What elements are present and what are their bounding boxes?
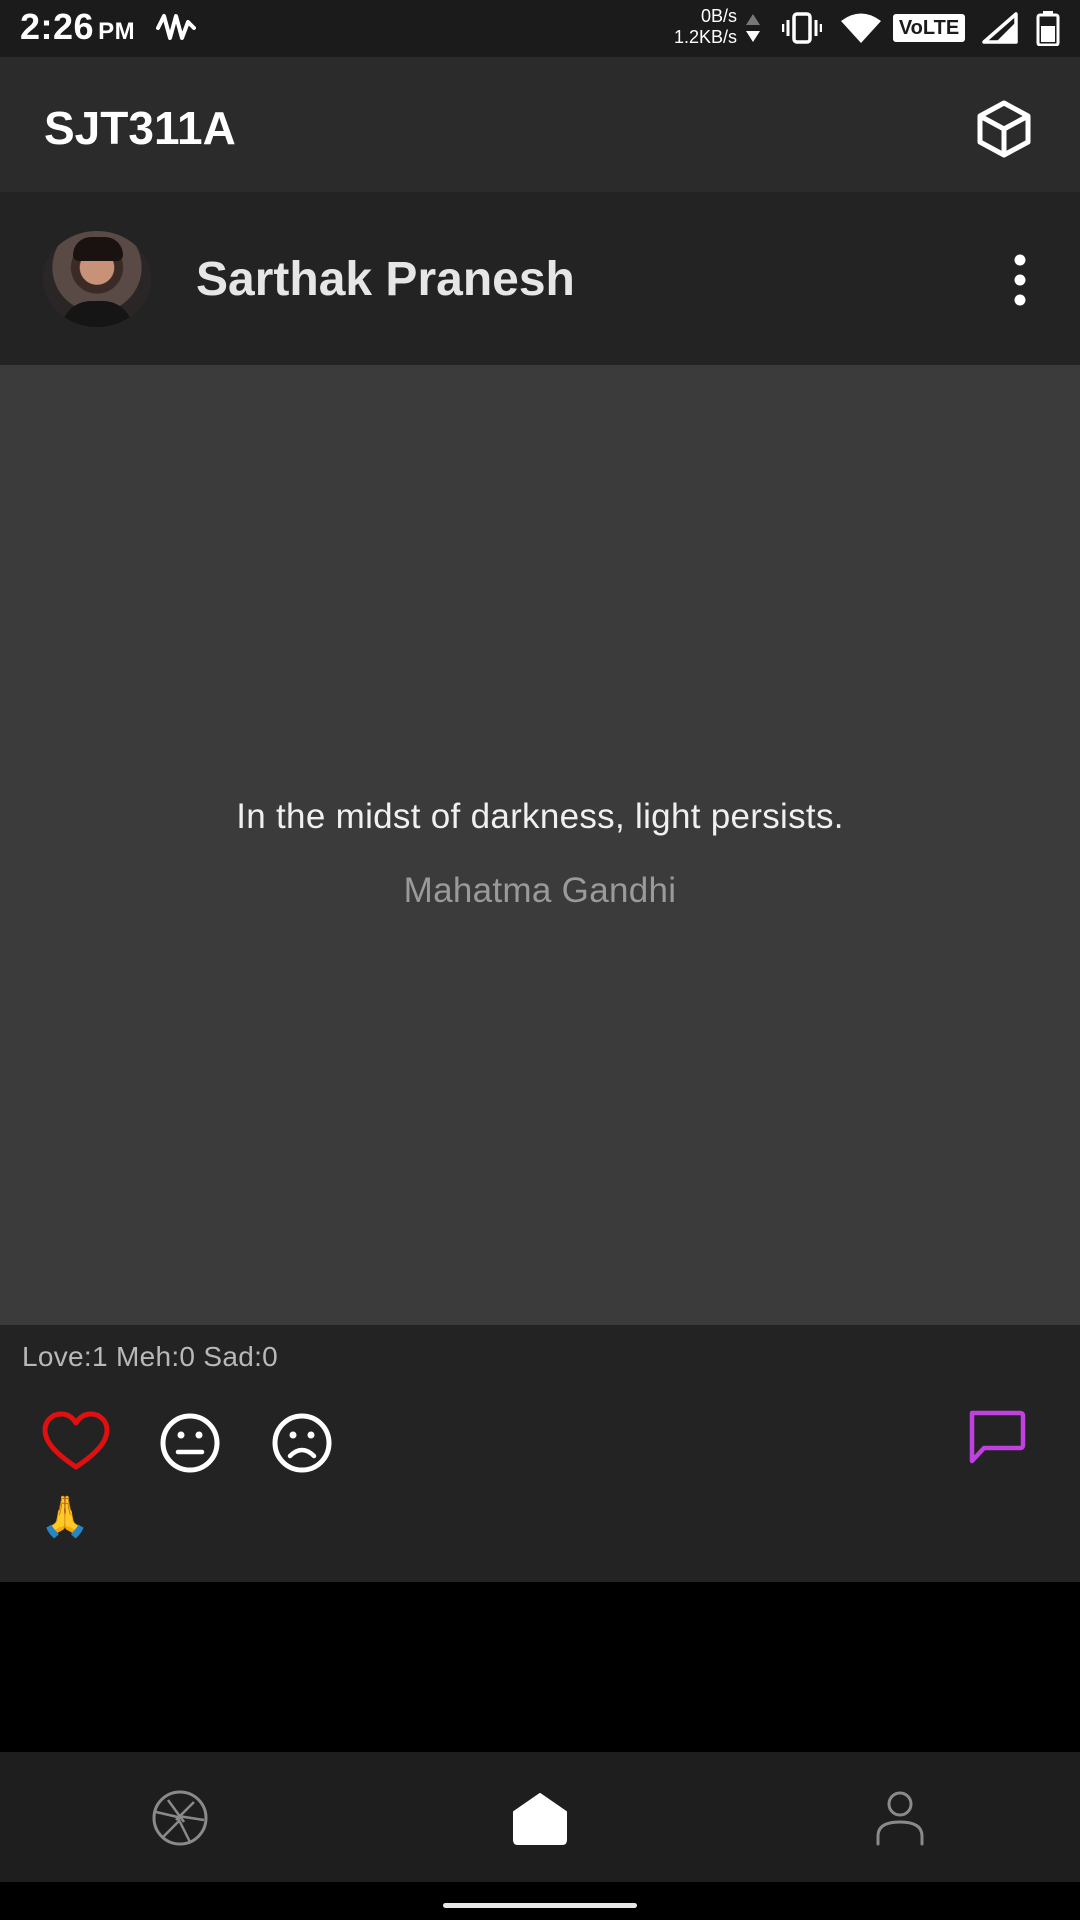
comment-button[interactable] (966, 1409, 1026, 1467)
quote-card[interactable]: In the midst of darkness, light persists… (0, 365, 1080, 1325)
activity-icon (156, 14, 196, 40)
post-header: Sarthak Pranesh (0, 192, 1080, 365)
heart-icon (42, 1411, 110, 1470)
cube-icon (977, 100, 1031, 158)
net-arrows-icon (746, 14, 760, 42)
comment-icon (969, 1410, 1026, 1464)
bottom-nav (0, 1752, 1080, 1882)
vibrate-icon (782, 12, 822, 44)
wifi-icon (841, 13, 881, 43)
reaction-counts: Love:1 Meh:0 Sad:0 (22, 1341, 279, 1372)
author-name[interactable]: Sarthak Pranesh (196, 252, 575, 307)
nav-item-explore[interactable] (0, 1752, 360, 1882)
quote-author: Mahatma Gandhi (403, 871, 677, 910)
gesture-area (0, 1882, 1080, 1920)
more-options-button[interactable] (1000, 252, 1040, 308)
avatar[interactable] (43, 231, 151, 327)
home-icon (513, 1793, 567, 1845)
reactions-bar: Love:1 Meh:0 Sad:0 🙏 (0, 1325, 1080, 1582)
neutral-face-icon (160, 1413, 220, 1473)
status-bar: 2:26 PM 0B/s 1.2KB/s VoLTE (0, 0, 1080, 57)
app-title: SJT311A (44, 102, 236, 154)
meh-button[interactable] (156, 1411, 224, 1475)
quote-text: In the midst of darkness, light persists… (236, 797, 844, 836)
avatar-hair (73, 237, 123, 261)
sad-face-icon (272, 1413, 332, 1473)
gesture-handle[interactable] (443, 1903, 637, 1908)
app-bar: SJT311A (0, 57, 1080, 192)
network-speed: 0B/s 1.2KB/s (655, 6, 737, 48)
status-time: 2:26 PM (20, 6, 135, 48)
cube-button[interactable] (972, 97, 1036, 161)
aperture-icon (152, 1790, 208, 1846)
net-down-speed: 1.2KB/s (673, 27, 737, 47)
love-button[interactable] (42, 1411, 110, 1475)
status-time-ampm: PM (98, 18, 136, 45)
empty-area (0, 1582, 1080, 1752)
volte-badge: VoLTE (893, 14, 965, 42)
nav-item-profile[interactable] (720, 1752, 1080, 1882)
nav-item-home[interactable] (360, 1752, 720, 1882)
profile-icon (876, 1791, 924, 1846)
avatar-body (61, 301, 133, 327)
net-up-speed: 0B/s (700, 6, 737, 26)
signal-icon (982, 12, 1018, 44)
sad-button[interactable] (268, 1411, 336, 1475)
more-vertical-icon (1014, 254, 1026, 306)
pray-emoji: 🙏 (40, 1495, 90, 1539)
battery-icon (1036, 11, 1060, 46)
status-time-value: 2:26 (20, 6, 95, 47)
